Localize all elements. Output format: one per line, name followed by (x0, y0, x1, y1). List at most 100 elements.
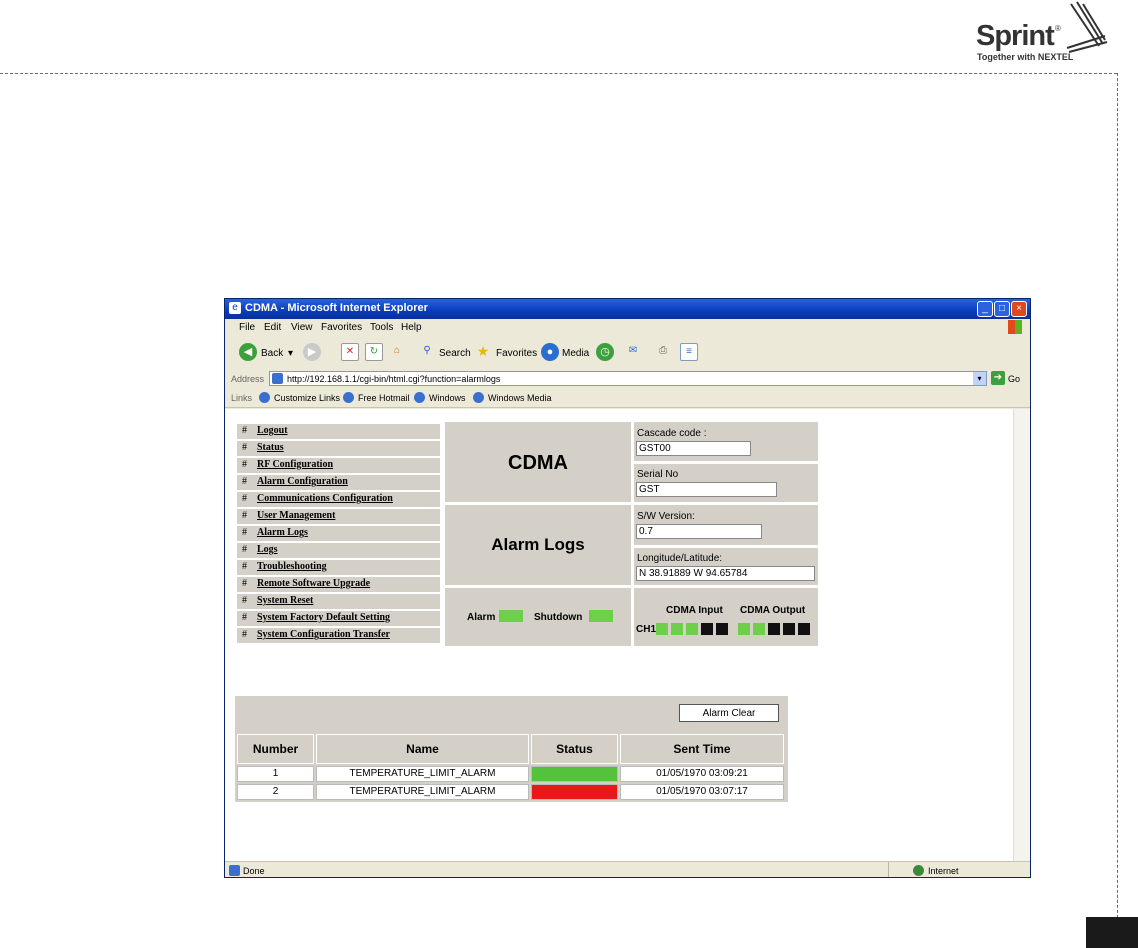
menu-favorites[interactable]: Favorites (321, 322, 362, 333)
cell-name: TEMPERATURE_LIMIT_ALARM (316, 766, 529, 782)
favorites-button[interactable]: Favorites (496, 348, 537, 359)
mail-icon[interactable]: ✉ (625, 343, 641, 359)
menu-view[interactable]: View (291, 322, 313, 333)
refresh-icon[interactable]: ↻ (365, 343, 383, 361)
toolbar: ◀ Back ▾ ▶ ✕ ↻ ⌂ ⚲ Search ★ Favorites ● … (225, 337, 1030, 367)
link-icon (473, 392, 484, 403)
history-icon[interactable]: ◷ (596, 343, 614, 361)
cdma-output-led (738, 623, 750, 635)
column-header-number: Number (237, 734, 314, 764)
page-border-top (0, 73, 1117, 74)
cdma-input-led (686, 623, 698, 635)
cell-status-indicator (531, 784, 618, 800)
media-button[interactable]: Media (562, 348, 589, 359)
links-bar: Links Customize Links Free Hotmail Windo… (225, 389, 1030, 408)
cdma-output-led (783, 623, 795, 635)
nav-item-logout[interactable]: # Logout (237, 424, 440, 441)
column-header-status: Status (531, 734, 618, 764)
nav-item-system-configuration-transfer[interactable]: # System Configuration Transfer (237, 628, 440, 645)
nav-item-logs[interactable]: # Logs (237, 543, 440, 560)
menu-tools[interactable]: Tools (370, 322, 393, 333)
page-title: Alarm Logs (491, 535, 585, 554)
nav-item-alarm-configuration[interactable]: # Alarm Configuration (237, 475, 440, 492)
cascade-code-label: Cascade code : (637, 428, 707, 439)
page-icon (272, 373, 283, 384)
edit-icon[interactable]: ≡ (680, 343, 698, 361)
cell-sent-time: 01/05/1970 03:09:21 (620, 766, 784, 782)
cdma-io-panel: CDMA Input CDMA Output CH1 (634, 588, 818, 646)
serial-no-label: Serial No (637, 469, 679, 480)
cdma-output-led (798, 623, 810, 635)
address-dropdown-icon[interactable]: ▾ (973, 372, 986, 385)
page-title-panel: Alarm Logs (445, 505, 631, 585)
window-title: CDMA - Microsoft Internet Explorer (245, 302, 428, 314)
link-icon (343, 392, 354, 403)
nav-item-alarm-logs[interactable]: # Alarm Logs (237, 526, 440, 543)
alarm-log-table: Alarm Clear Number Name Status Sent Time… (235, 696, 788, 802)
sw-version-label: S/W Version: (637, 511, 695, 522)
maximize-button[interactable]: □ (994, 301, 1010, 317)
vertical-scrollbar[interactable] (1013, 409, 1030, 861)
back-arrow-icon[interactable]: ◀ (239, 343, 257, 361)
cdma-output-led (768, 623, 780, 635)
menu-edit[interactable]: Edit (264, 322, 281, 333)
address-label: Address (231, 374, 265, 384)
browser-window: e CDMA - Microsoft Internet Explorer _ □… (224, 298, 1031, 878)
go-button[interactable]: Go (1008, 374, 1020, 384)
address-input[interactable]: http://192.168.1.1/cgi-bin/html.cgi?func… (269, 371, 987, 386)
go-arrow-icon[interactable]: ➔ (991, 371, 1005, 385)
alarm-clear-button[interactable]: Alarm Clear (679, 704, 779, 722)
minimize-button[interactable]: _ (977, 301, 993, 317)
nav-item-system-reset[interactable]: # System Reset (237, 594, 440, 611)
print-icon[interactable]: ⎙ (655, 343, 671, 359)
link-icon (414, 392, 425, 403)
home-icon[interactable]: ⌂ (389, 343, 405, 359)
cdma-input-label: CDMA Input (666, 605, 723, 616)
page-border-right (1117, 73, 1118, 948)
nav-item-system-factory-default-setting[interactable]: # System Factory Default Setting (237, 611, 440, 628)
cascade-code-field[interactable]: GST00 (636, 441, 751, 456)
nav-item-status[interactable]: # Status (237, 441, 440, 458)
link-windows[interactable]: Windows (429, 393, 466, 403)
close-button[interactable]: × (1011, 301, 1027, 317)
stop-icon[interactable]: ✕ (341, 343, 359, 361)
back-button[interactable]: Back (261, 348, 283, 359)
zone-text: Internet (928, 866, 959, 876)
cdma-input-led (716, 623, 728, 635)
nav-item-remote-software-upgrade[interactable]: # Remote Software Upgrade (237, 577, 440, 594)
nav-item-rf-configuration[interactable]: # RF Configuration (237, 458, 440, 475)
links-label: Links (231, 393, 253, 403)
link-free-hotmail[interactable]: Free Hotmail (358, 393, 410, 403)
menu-bar: File Edit View Favorites Tools Help (225, 319, 1030, 338)
cell-number: 1 (237, 766, 314, 782)
search-button[interactable]: Search (439, 348, 471, 359)
nav-item-user-management[interactable]: # User Management (237, 509, 440, 526)
favorites-star-icon[interactable]: ★ (475, 343, 491, 359)
media-icon[interactable]: ● (541, 343, 559, 361)
serial-no-field[interactable]: GST (636, 482, 777, 497)
back-dropdown-icon[interactable]: ▾ (288, 348, 293, 359)
globe-icon (913, 865, 924, 876)
link-windows-media[interactable]: Windows Media (488, 393, 552, 403)
cell-status-indicator (531, 766, 618, 782)
link-customize-links[interactable]: Customize Links (274, 393, 340, 403)
indicator-panel: Alarm Shutdown (445, 588, 631, 646)
sw-version-field[interactable]: 0.7 (636, 524, 762, 539)
nav-item-communications-configuration[interactable]: # Communications Configuration (237, 492, 440, 509)
geo-panel: Longitude/Latitude: N 38.91889 W 94.6578… (634, 548, 818, 585)
cascade-panel: Cascade code : GST00 (634, 422, 818, 461)
menu-file[interactable]: File (239, 322, 255, 333)
longitude-latitude-label: Longitude/Latitude: (637, 553, 723, 564)
search-icon[interactable]: ⚲ (419, 343, 435, 359)
longitude-latitude-field[interactable]: N 38.91889 W 94.65784 (636, 566, 815, 581)
sw-version-panel: S/W Version: 0.7 (634, 505, 818, 545)
page-content: # Logout # Status # RF Configuration # Alarm… (225, 409, 1030, 861)
status-divider (888, 862, 889, 877)
windows-flag-icon (1008, 320, 1022, 334)
title-bar[interactable]: e CDMA - Microsoft Internet Explorer _ □… (225, 299, 1030, 319)
forward-arrow-icon[interactable]: ▶ (303, 343, 321, 361)
nav-item-troubleshooting[interactable]: # Troubleshooting (237, 560, 440, 577)
menu-help[interactable]: Help (401, 322, 422, 333)
channel-label: CH1 (636, 624, 657, 635)
logo-tagline: Together with NEXTEL (977, 52, 1074, 62)
